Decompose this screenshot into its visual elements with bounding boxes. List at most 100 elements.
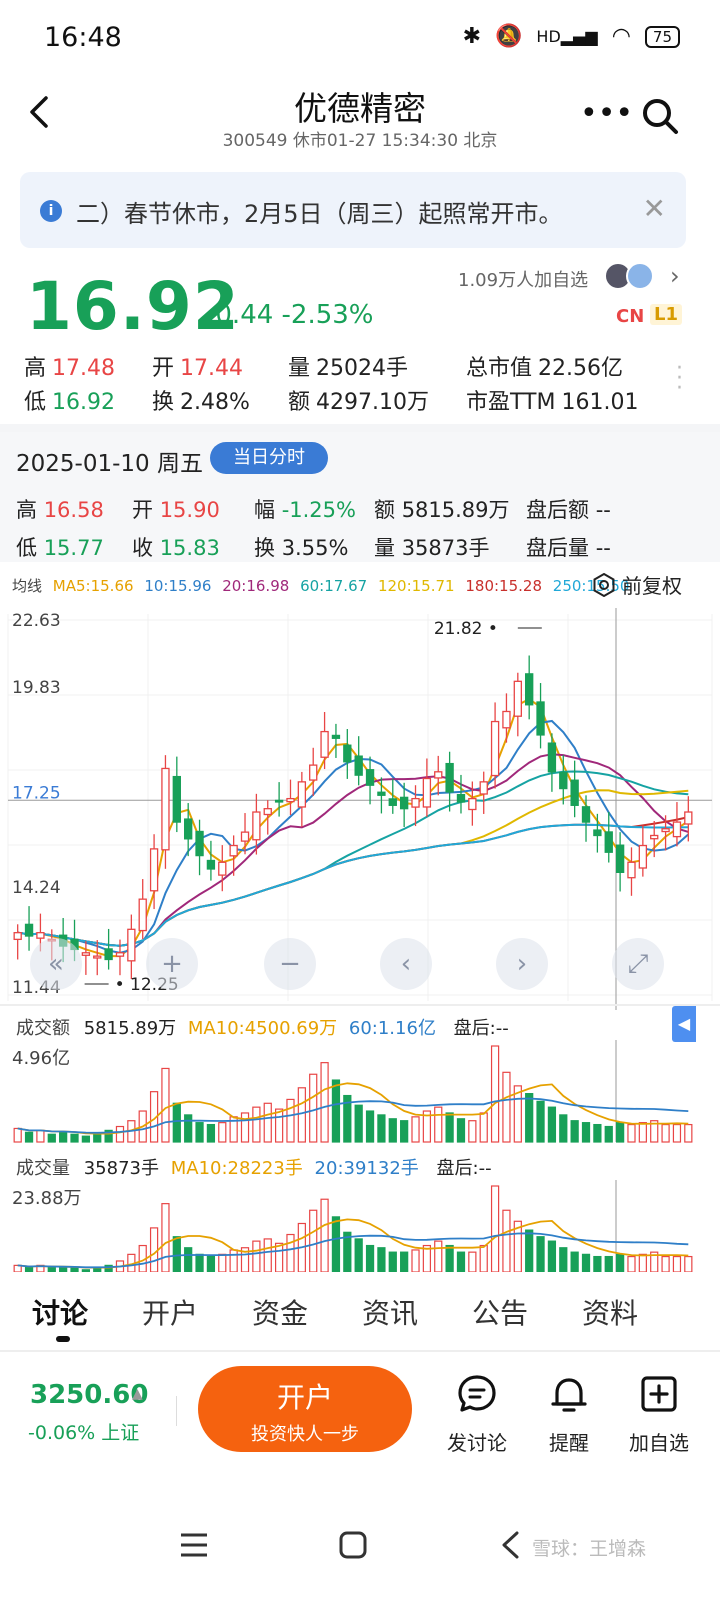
volume-bar: [490, 1185, 500, 1272]
candle: [490, 720, 500, 777]
volume-bar: [581, 1122, 591, 1143]
candle: [434, 771, 443, 779]
tab-bar: 讨论 开户 资金 资讯 公告 资料: [0, 1284, 720, 1344]
stat-value: 17.44: [180, 356, 243, 381]
candle: [399, 796, 409, 810]
stat-pe: 市盈TTM 161.01: [466, 384, 638, 416]
volume-bar: [388, 1118, 397, 1143]
status-icons: ✱ 🔕 HD▂▄▆ ◠ 75: [463, 24, 680, 49]
adjust-button[interactable]: 前复权: [592, 570, 682, 599]
stat-label: 量: [288, 356, 311, 381]
back-nav-icon[interactable]: [498, 1530, 522, 1560]
candle: [331, 734, 341, 739]
volume-bar: [161, 1203, 170, 1272]
side-panel-toggle[interactable]: ◀: [672, 1006, 696, 1042]
bluetooth-icon: ✱: [462, 24, 482, 49]
tab-profile[interactable]: 资料: [582, 1292, 638, 1332]
volume-bar: [59, 1266, 68, 1272]
add-watchlist-button[interactable]: 加自选: [614, 1372, 704, 1456]
stat-high: 高 17.48: [24, 350, 115, 382]
candle: [252, 811, 261, 841]
post-label: 发讨论: [447, 1431, 507, 1455]
volume-bar: [570, 1120, 579, 1143]
fullscreen-button[interactable]: ⤢: [612, 938, 664, 990]
volume-bar: [593, 1123, 602, 1143]
close-icon[interactable]: ✕: [643, 192, 666, 225]
volume-bar: [331, 1079, 341, 1143]
day-amplitude: 幅 -1.25%: [254, 494, 356, 524]
alert-button[interactable]: 提醒: [524, 1372, 614, 1456]
followers-count[interactable]: 1.09万人加自选: [458, 266, 588, 292]
open-account-button[interactable]: 开户 投资快人一步: [198, 1366, 412, 1452]
ma-legend[interactable]: 均线 MA5:15.66 10:15.96 20:16.98 60:17.67 …: [12, 575, 635, 596]
search-button[interactable]: [640, 96, 680, 136]
volume-bar: [468, 1120, 477, 1143]
volume-bar: [354, 1104, 363, 1143]
more-button[interactable]: •••: [580, 96, 633, 131]
index-price[interactable]: 3250.60: [30, 1380, 148, 1410]
volume-bar: [93, 1133, 102, 1143]
tab-news[interactable]: 资讯: [362, 1292, 418, 1332]
index-change[interactable]: -0.06% 上证: [28, 1418, 139, 1445]
scroll-right-button[interactable]: ›: [496, 938, 548, 990]
chat-icon: [458, 1375, 496, 1412]
panel-ma60: 60:1.16亿: [348, 1018, 436, 1039]
day-amount: 额 5815.89万: [374, 494, 510, 524]
volume-bar: [81, 1269, 91, 1272]
more-vertical-icon[interactable]: · · ·: [676, 358, 683, 400]
candle: [593, 829, 602, 837]
follower-avatars[interactable]: [604, 262, 660, 292]
status-bar: 16:48 ✱ 🔕 HD▂▄▆ ◠ 75: [0, 0, 720, 76]
home-icon[interactable]: [338, 1530, 368, 1560]
notice-banner[interactable]: i 二）春节休市，2月5日（周三）起照常开市。 ✕: [20, 172, 686, 248]
volume-bar: [525, 1093, 534, 1143]
stat-label: 换: [254, 536, 275, 560]
intraday-button[interactable]: 当日分时: [210, 442, 328, 474]
panel-after: 盘后:--: [453, 1018, 509, 1039]
stat-value: 15.90: [159, 498, 220, 522]
candle: [559, 771, 568, 790]
volume-bar: [206, 1255, 216, 1272]
tab-announcements[interactable]: 公告: [472, 1292, 528, 1332]
volume-bar: [274, 1108, 284, 1143]
minus-icon: −: [279, 949, 301, 979]
candle: [365, 769, 375, 786]
ma-line: [17, 698, 689, 958]
adjust-label: 前复权: [622, 574, 682, 598]
tab-funds[interactable]: 资金: [252, 1292, 308, 1332]
volume-bar: [672, 1255, 682, 1272]
volume-bar: [547, 1106, 557, 1143]
chevron-right-icon[interactable]: ›: [670, 262, 680, 290]
stat-value: 3.55%: [281, 536, 349, 560]
network-type-label: HD: [536, 27, 561, 46]
volume-bar: [184, 1247, 193, 1272]
tab-discussion[interactable]: 讨论: [32, 1292, 88, 1332]
candle: [286, 797, 295, 803]
scroll-left-button[interactable]: ‹: [380, 938, 432, 990]
volume-bar: [593, 1255, 602, 1272]
scroll-left-fast-button[interactable]: «: [30, 938, 82, 990]
ma-legend-title: 均线: [12, 577, 43, 595]
zoom-in-button[interactable]: +: [146, 938, 198, 990]
tab-open-account[interactable]: 开户: [142, 1292, 198, 1332]
volume-bar: [240, 1112, 250, 1143]
post-discussion-button[interactable]: 发讨论: [432, 1372, 522, 1456]
menu-icon[interactable]: [178, 1530, 210, 1560]
y-tick-label: 19.83: [12, 678, 61, 698]
stat-value: 15.83: [159, 536, 220, 560]
stat-value: 16.58: [43, 498, 104, 522]
stat-label: 低: [24, 390, 47, 415]
volume-bar: [36, 1129, 45, 1143]
candle: [615, 844, 625, 873]
gear-icon: [593, 572, 615, 597]
volume-bar: [309, 1073, 318, 1143]
volume-bar: [536, 1100, 545, 1143]
candles: [13, 655, 693, 980]
day-low: 低 15.77: [16, 532, 104, 562]
mute-icon: 🔕: [495, 24, 523, 49]
candle: [297, 781, 307, 808]
amount-bar-chart: [13, 1040, 693, 1143]
stat-value: 17.48: [52, 356, 115, 381]
volume-bar: [252, 1106, 261, 1143]
zoom-out-button[interactable]: −: [264, 938, 316, 990]
